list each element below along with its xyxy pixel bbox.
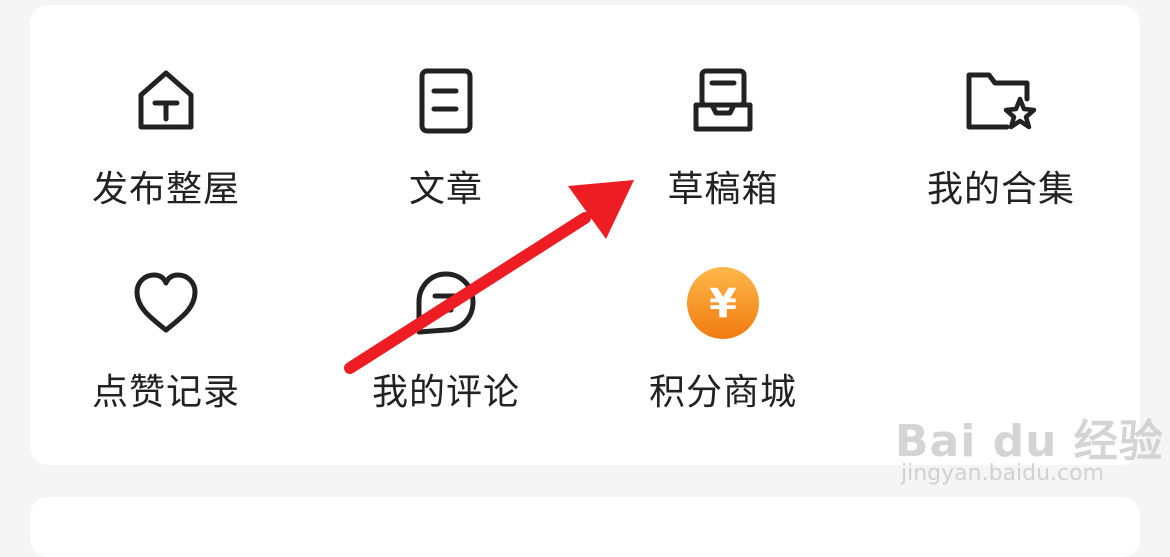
menu-item-label: 文章	[408, 169, 483, 210]
coin-symbol: ¥	[709, 281, 737, 327]
yen-coin-icon: ¥	[683, 263, 763, 343]
comment-icon	[406, 263, 486, 343]
menu-item-publish-house[interactable]: 发布整屋	[36, 60, 296, 230]
menu-item-my-comments[interactable]: 我的评论	[316, 263, 576, 433]
heart-icon	[126, 263, 206, 343]
menu-item-label: 我的评论	[371, 372, 520, 413]
folder-star-icon	[961, 60, 1041, 140]
watermark-brand: Bai du 经验	[895, 416, 1164, 467]
watermark-url: jingyan.baidu.com	[901, 461, 1105, 486]
baidu-jingyan-watermark: Bai du 经验 jingyan.baidu.com	[895, 395, 1163, 505]
menu-item-articles[interactable]: 文章	[316, 60, 576, 230]
menu-item-label: 草稿箱	[667, 169, 779, 210]
menu-item-label: 发布整屋	[91, 169, 240, 210]
article-icon	[406, 60, 486, 140]
drafts-box-icon	[683, 60, 763, 140]
menu-item-label: 我的合集	[926, 169, 1075, 210]
menu-item-points-mall[interactable]: ¥ 积分商城	[593, 263, 853, 433]
menu-item-likes-history[interactable]: 点赞记录	[36, 263, 296, 433]
menu-item-my-collections[interactable]: 我的合集	[871, 60, 1131, 230]
menu-item-drafts[interactable]: 草稿箱	[593, 60, 853, 230]
menu-item-label: 点赞记录	[91, 372, 240, 413]
menu-item-label: 积分商城	[648, 372, 797, 413]
house-icon	[126, 60, 206, 140]
next-card	[30, 497, 1140, 557]
